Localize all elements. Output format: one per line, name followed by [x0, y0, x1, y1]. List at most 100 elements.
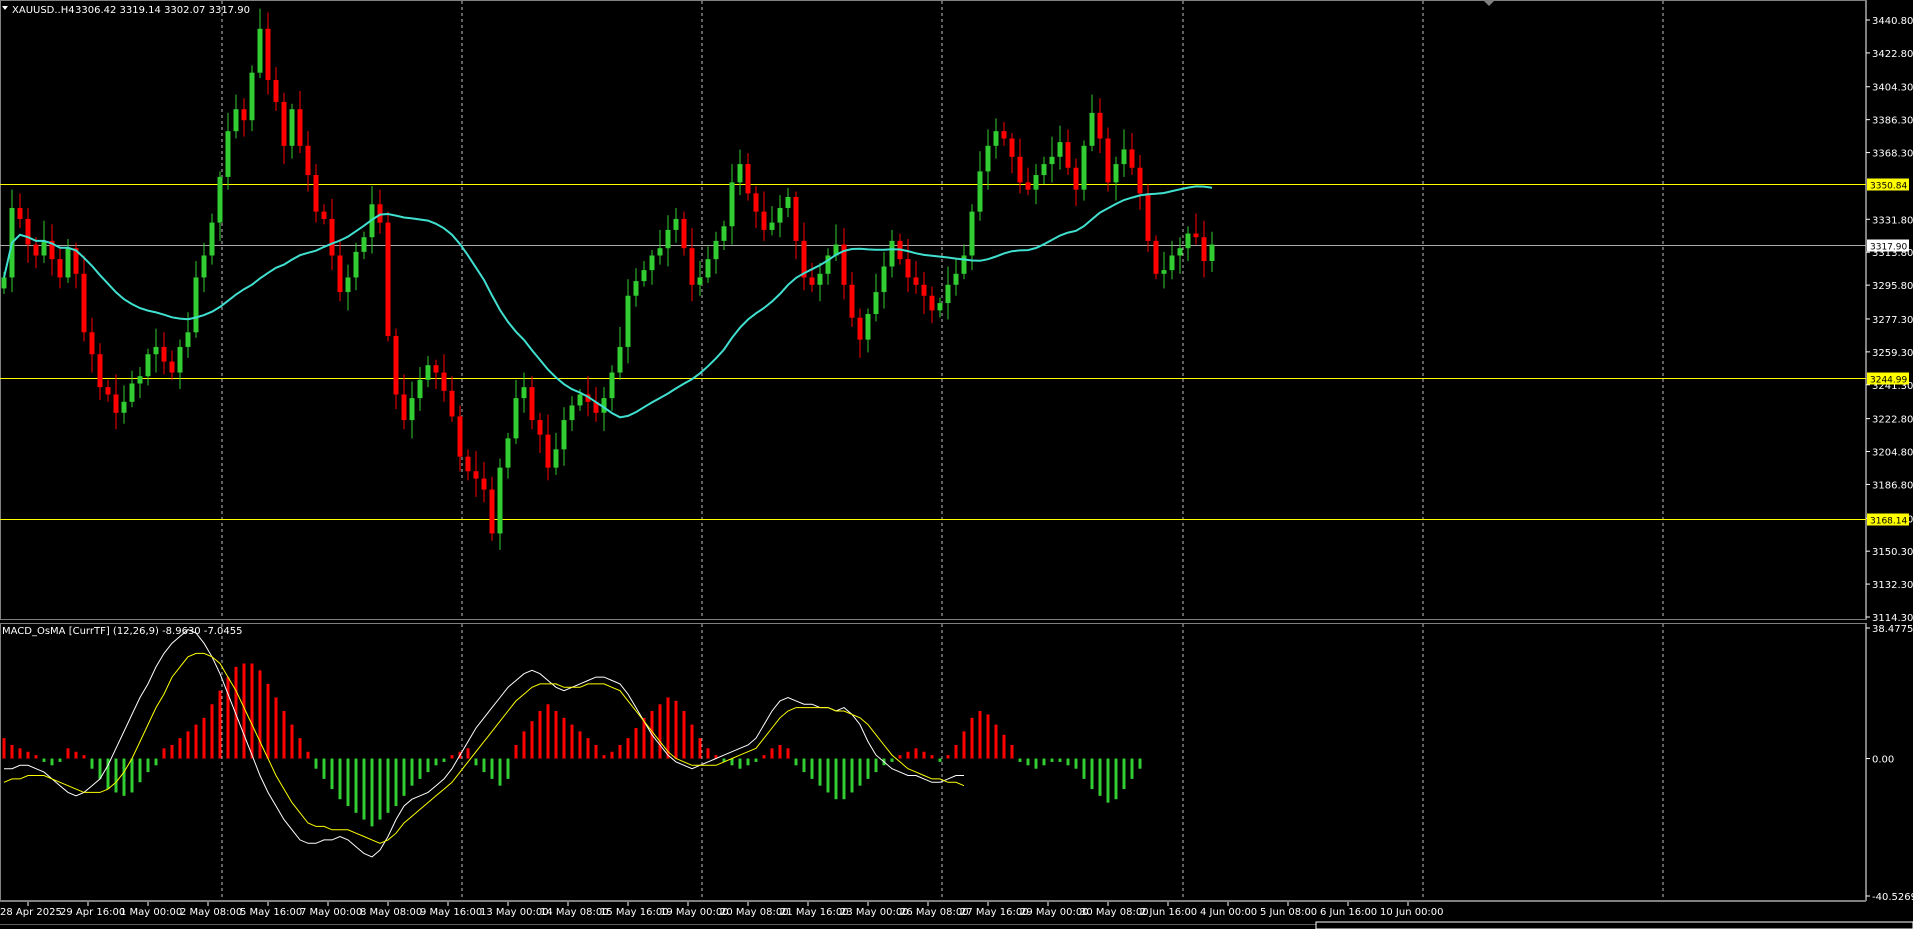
candle-body	[1193, 233, 1199, 238]
candle-body	[401, 394, 407, 421]
time-tick-label: 14 May 08:00	[540, 907, 609, 918]
candle-body	[233, 109, 239, 132]
price-tick-label: 3204.80	[1872, 448, 1913, 459]
candle-body	[673, 218, 679, 230]
candle-body	[529, 387, 535, 421]
candle-body	[737, 164, 743, 183]
candle-body	[1049, 156, 1055, 165]
candle-body	[33, 244, 39, 256]
candle-body	[1033, 175, 1039, 190]
candle-body	[313, 175, 319, 212]
candle-body	[561, 420, 567, 450]
candle-body	[289, 109, 295, 146]
candle-body	[777, 207, 783, 223]
candle-body	[1209, 244, 1215, 261]
candle-body	[185, 332, 191, 347]
time-tick-label: 4 Jun 00:00	[1200, 907, 1257, 918]
candle-body	[513, 398, 519, 439]
candle-body	[1105, 138, 1111, 183]
candle-body	[617, 346, 623, 373]
time-tick-label: 13 May 00:00	[480, 907, 549, 918]
price-tick-label: 3295.80	[1872, 281, 1913, 292]
time-tick-label: 30 May 08:00	[1080, 907, 1149, 918]
candle-body	[953, 273, 959, 285]
candle-body	[97, 354, 103, 388]
candle-body	[177, 346, 183, 373]
candle-body	[377, 204, 383, 223]
candle-body	[1097, 112, 1103, 139]
candle-body	[993, 131, 999, 146]
price-tick-label: 3386.30	[1872, 116, 1913, 127]
candle-body	[713, 240, 719, 260]
candle-body	[465, 456, 471, 472]
candle-body	[977, 171, 983, 212]
candle-body	[1089, 112, 1095, 146]
candle-body	[665, 229, 671, 249]
candle-body	[537, 420, 543, 435]
price-tick-label: 3186.80	[1872, 480, 1913, 491]
candle-body	[193, 277, 199, 333]
candle-body	[641, 270, 647, 282]
candle-body	[353, 251, 359, 278]
trading-chart[interactable]: XAUUSD..H4 3306.42 3319.14 3302.07 3317.…	[0, 0, 1913, 929]
chart-background	[0, 0, 1913, 929]
time-tick-label: 1 May 00:00	[120, 907, 182, 918]
time-tick-label: 8 May 08:00	[360, 907, 422, 918]
symbol-label: XAUUSD..H4	[12, 5, 75, 16]
time-tick-label: 20 May 08:00	[720, 907, 789, 918]
candle-body	[921, 284, 927, 296]
candle-body	[457, 416, 463, 457]
candle-body	[65, 248, 71, 278]
candle-body	[889, 240, 895, 267]
candle-body	[145, 354, 151, 377]
candle-body	[361, 237, 367, 252]
candle-body	[57, 259, 63, 278]
candle-body	[25, 218, 31, 245]
time-tick-label: 27 May 16:00	[960, 907, 1029, 918]
time-tick-label: 9 May 16:00	[420, 907, 482, 918]
candle-body	[769, 222, 775, 230]
candle-body	[169, 361, 175, 373]
candle-body	[745, 164, 751, 194]
price-tick-label: 3368.30	[1872, 149, 1913, 160]
price-tick-label: 3259.30	[1872, 348, 1913, 359]
candle-body	[905, 259, 911, 278]
candle-body	[1121, 149, 1127, 165]
time-tick-label: 23 May 00:00	[840, 907, 909, 918]
candle-body	[817, 273, 823, 285]
ohlc-readout: 3306.42 3319.14 3302.07 3317.90	[75, 5, 250, 16]
time-tick-label: 15 May 16:00	[600, 907, 669, 918]
candle-body	[473, 471, 479, 479]
level-tag-0: 3350.84	[1870, 182, 1907, 192]
candle-body	[945, 284, 951, 304]
candle-body	[809, 277, 815, 285]
candle-body	[1073, 167, 1079, 190]
candle-body	[225, 131, 231, 177]
candle-body	[657, 248, 663, 256]
candle-body	[321, 211, 327, 219]
candle-body	[217, 176, 223, 223]
candle-body	[705, 259, 711, 278]
indicator-label: MACD_OsMA [CurrTF] (12,26,9) -8.9630 -7.…	[2, 626, 242, 637]
candle-body	[433, 365, 439, 373]
candle-body	[305, 145, 311, 176]
candle-body	[329, 218, 335, 256]
candle-body	[409, 398, 415, 421]
candle-body	[553, 449, 559, 468]
candle-body	[761, 211, 767, 230]
time-tick-label: 28 Apr 2025	[0, 907, 62, 918]
candle-body	[1185, 233, 1191, 249]
candle-body	[1041, 164, 1047, 176]
time-tick-label: 21 May 16:00	[780, 907, 849, 918]
candle-body	[1, 277, 7, 289]
candle-body	[785, 196, 791, 208]
candle-body	[257, 28, 263, 73]
level-tag-1: 3244.99	[1870, 376, 1907, 386]
price-tick-label: 3277.30	[1872, 315, 1913, 326]
candle-body	[505, 438, 511, 468]
active-tab[interactable]	[1315, 921, 1913, 929]
candle-body	[1065, 142, 1071, 168]
candle-body	[1177, 248, 1183, 256]
price-tick-label: 3422.80	[1872, 49, 1913, 60]
candle-body	[1081, 145, 1087, 190]
